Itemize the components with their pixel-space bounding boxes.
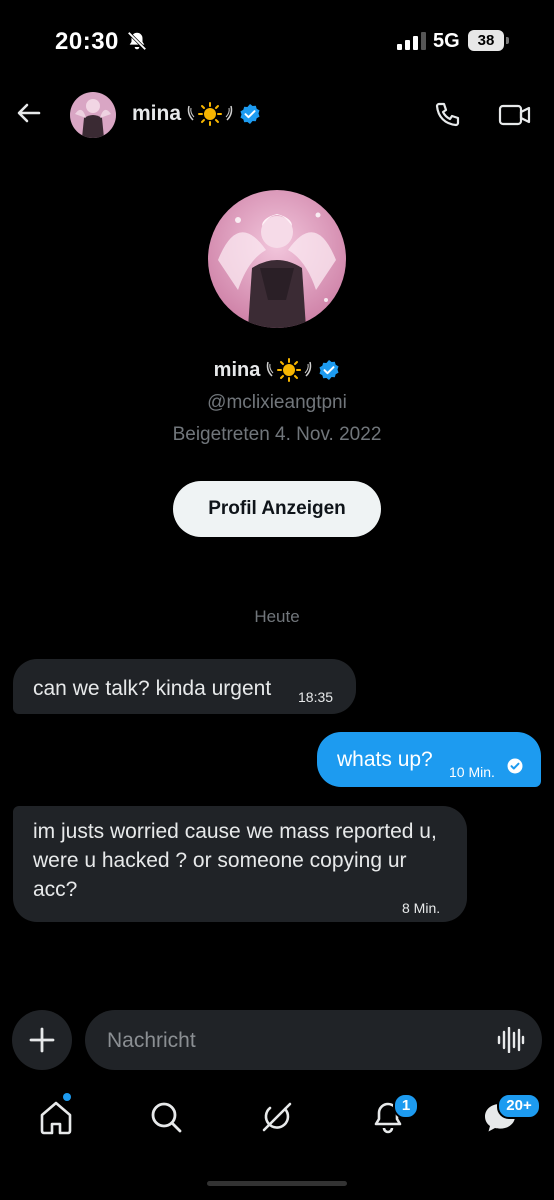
message-text: im justs worried cause we mass reported … <box>33 820 437 901</box>
message-text: whats up? <box>337 748 433 771</box>
phone-icon[interactable] <box>432 100 462 130</box>
message-time: 8 Min. <box>402 900 441 916</box>
grok-icon[interactable] <box>255 1095 299 1139</box>
header-name: mina <box>132 102 182 125</box>
profile-joined-date: Beigetreten 4. Nov. 2022 <box>172 424 382 445</box>
profile-name-decoration <box>264 358 314 382</box>
messages-badge: 20+ <box>497 1093 541 1119</box>
name-decoration <box>185 102 235 126</box>
profile-name-row: mina <box>0 358 554 382</box>
status-time: 20:30 <box>55 28 119 55</box>
voice-wave-icon[interactable] <box>497 1027 525 1053</box>
message-bubble-incoming[interactable]: can we talk? kinda urgent 18:35 <box>13 659 356 714</box>
message-time: 18:35 <box>298 689 334 705</box>
bell-slash-icon <box>127 31 147 51</box>
notifications-badge: 1 <box>393 1093 419 1119</box>
message-input-container <box>85 1010 542 1072</box>
home-badge-dot <box>63 1093 71 1101</box>
message-bubble-outgoing[interactable]: whats up? 10 Min. <box>317 732 541 787</box>
video-icon[interactable] <box>498 100 532 130</box>
view-profile-button[interactable]: Profil Anzeigen <box>173 481 381 537</box>
header-avatar[interactable] <box>70 92 116 138</box>
home-indicator <box>207 1181 347 1186</box>
home-icon[interactable] <box>34 1095 78 1139</box>
battery-indicator: 38 <box>468 30 510 51</box>
date-separator: Heute <box>254 607 300 626</box>
back-arrow-icon[interactable] <box>14 98 44 128</box>
battery-level: 38 <box>477 32 495 49</box>
message-composer <box>0 1008 554 1074</box>
conversation-header: mina <box>0 88 554 142</box>
signal-icon <box>397 32 426 50</box>
verified-badge-icon <box>319 360 339 380</box>
add-attachment-button[interactable] <box>12 1010 72 1070</box>
message-input[interactable] <box>105 1010 489 1072</box>
message-bubble-incoming[interactable]: im justs worried cause we mass reported … <box>13 806 467 922</box>
profile-name: mina <box>213 358 261 381</box>
message-time: 10 Min. <box>449 764 495 780</box>
header-name-link[interactable]: mina <box>132 102 261 126</box>
profile-handle: @mclixieangtpni <box>207 392 347 413</box>
status-bar: 20:30 5G 38 <box>0 0 554 84</box>
plus-icon <box>29 1027 55 1053</box>
network-type: 5G <box>433 30 460 52</box>
bottom-tab-bar: 1 20+ <box>0 1085 554 1155</box>
message-text: can we talk? kinda urgent <box>33 677 272 700</box>
profile-avatar[interactable] <box>208 190 346 328</box>
verified-badge-icon <box>240 104 260 124</box>
search-icon[interactable] <box>144 1095 188 1139</box>
read-check-icon <box>507 758 523 774</box>
